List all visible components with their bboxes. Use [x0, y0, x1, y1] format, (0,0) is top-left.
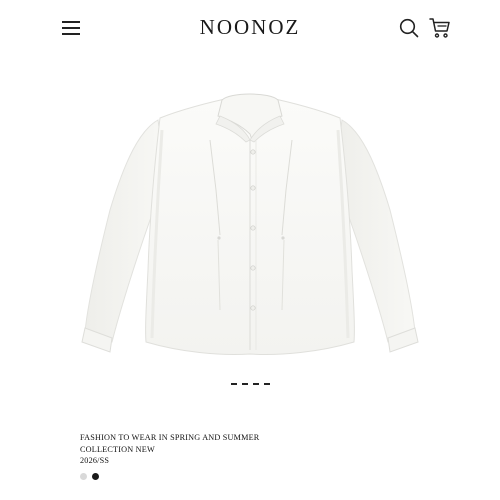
- swatch-black[interactable]: [92, 473, 99, 480]
- product-caption: FASHION TO WEAR IN SPRING AND SUMMER COL…: [80, 432, 259, 467]
- brand-logo[interactable]: NOONOZ: [0, 15, 500, 40]
- carousel-dot[interactable]: [230, 383, 237, 385]
- color-swatches: [80, 473, 99, 480]
- season-label: 2026/SS: [80, 456, 110, 465]
- carousel-pagination: [0, 383, 500, 385]
- carousel-dot[interactable]: [252, 383, 259, 385]
- search-icon[interactable]: [398, 17, 420, 39]
- white-shirt-image: [81, 93, 419, 355]
- carousel-dot[interactable]: [263, 383, 270, 385]
- site-header: NOONOZ: [0, 0, 500, 58]
- swatch-light-grey[interactable]: [80, 473, 87, 480]
- shopping-cart-icon[interactable]: [428, 16, 452, 40]
- carousel-dot[interactable]: [241, 383, 248, 385]
- caption-line-2: COLLECTION NEW: [80, 444, 155, 454]
- caption-line-1: FASHION TO WEAR IN SPRING AND SUMMER: [80, 433, 260, 442]
- product-hero-image[interactable]: [70, 70, 430, 370]
